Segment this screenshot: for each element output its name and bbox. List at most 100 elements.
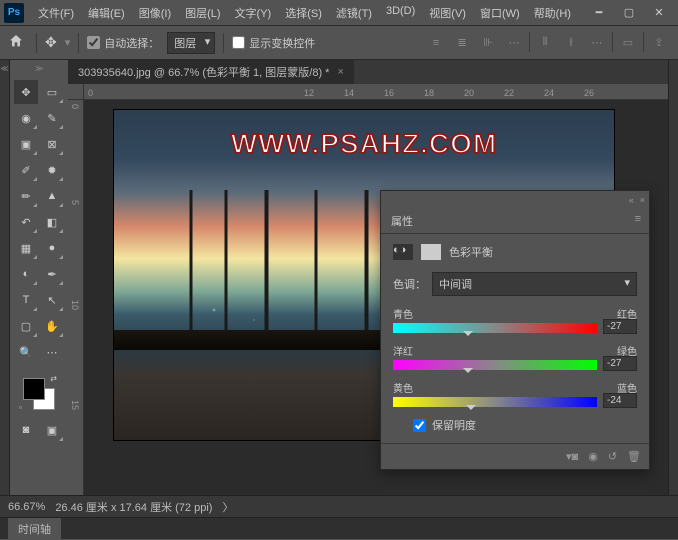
menu-filter[interactable]: 滤镜(T) xyxy=(330,1,378,25)
heal-tool[interactable]: ✹ xyxy=(40,158,64,182)
auto-select-checkbox[interactable]: 自动选择： xyxy=(87,35,159,51)
zoom-level[interactable]: 66.67% xyxy=(8,501,45,513)
color-swatches[interactable]: ⇄ ▫ xyxy=(19,374,59,414)
brush-tool[interactable]: ✏ xyxy=(14,184,38,208)
quick-select-tool[interactable]: ✎ xyxy=(40,106,64,130)
slider-value[interactable]: -27 xyxy=(603,319,637,334)
menu-view[interactable]: 视图(V) xyxy=(423,1,472,25)
close-tab-icon[interactable]: × xyxy=(337,66,343,78)
lasso-tool[interactable]: ◉ xyxy=(14,106,38,130)
slider-value[interactable]: -24 xyxy=(603,393,637,408)
minimize-button[interactable]: ━ xyxy=(584,2,614,24)
collapse-icon[interactable]: « xyxy=(629,195,634,205)
more-icon[interactable]: ⋯ xyxy=(586,32,608,54)
type-tool[interactable]: T xyxy=(14,288,38,312)
menu-image[interactable]: 图像(I) xyxy=(133,1,177,25)
dodge-tool[interactable]: ◐ xyxy=(14,262,38,286)
home-icon[interactable] xyxy=(8,33,28,53)
marquee-tool[interactable]: ▭ xyxy=(40,80,64,104)
show-transform-label: 显示变换控件 xyxy=(249,35,315,51)
crop-tool[interactable]: ▣ xyxy=(14,132,38,156)
distribute-icon[interactable]: ⫲ xyxy=(560,32,582,54)
panel-collapse[interactable]: ≪ xyxy=(0,60,10,495)
info-arrow-icon[interactable]: 〉 xyxy=(222,499,233,515)
menu-type[interactable]: 文字(Y) xyxy=(229,1,278,25)
reset-icon[interactable]: ↺ xyxy=(608,450,617,463)
screenmode-tool[interactable]: ▣ xyxy=(40,418,64,442)
horizontal-ruler[interactable]: 01214161820222426 xyxy=(84,84,678,100)
right-dock[interactable] xyxy=(668,60,678,495)
more-icon[interactable]: ⋯ xyxy=(503,32,525,54)
frame-tool[interactable]: ⊠ xyxy=(40,132,64,156)
panel-body: ◐◑ 色彩平衡 色调： 中间调 青色红色 -27 洋红绿色 -27 黄色蓝色 -… xyxy=(381,234,649,443)
share-icon[interactable]: ⇪ xyxy=(648,32,670,54)
stamp-tool[interactable]: ▲ xyxy=(40,184,64,208)
shape-tool[interactable]: ▢ xyxy=(14,314,38,338)
zoom-tool[interactable]: 🔍 xyxy=(14,340,38,364)
adjustment-name: 色彩平衡 xyxy=(449,244,493,260)
mode-icon[interactable]: ▭ xyxy=(617,32,639,54)
separator xyxy=(612,32,613,52)
gradient-tool[interactable]: ▦ xyxy=(14,236,38,260)
view-previous-icon[interactable]: ◉ xyxy=(588,450,598,463)
menu-file[interactable]: 文件(F) xyxy=(32,1,80,25)
distribute-icon[interactable]: ⫴ xyxy=(534,32,556,54)
menu-window[interactable]: 窗口(W) xyxy=(474,1,526,25)
app-logo: Ps xyxy=(4,3,24,23)
maximize-button[interactable]: ▢ xyxy=(614,2,644,24)
separator xyxy=(529,32,530,52)
menu-layer[interactable]: 图层(L) xyxy=(179,1,226,25)
yellow-label: 黄色 xyxy=(393,380,413,395)
delete-icon[interactable]: 🗑 xyxy=(627,450,641,463)
document-tab[interactable]: 303935640.jpg @ 66.7% (色彩平衡 1, 图层蒙版/8) *… xyxy=(68,60,354,84)
edit-toolbar[interactable]: ⋯ xyxy=(40,340,64,364)
align-icon[interactable]: ⊪ xyxy=(477,32,499,54)
foreground-color[interactable] xyxy=(23,378,45,400)
move-tool-icon[interactable]: ✥ xyxy=(45,34,57,51)
show-transform-checkbox[interactable]: 显示变换控件 xyxy=(232,35,315,51)
move-tool[interactable]: ✥ xyxy=(14,80,38,104)
vertical-ruler[interactable]: 051015 xyxy=(68,100,84,495)
panel-header[interactable]: «× xyxy=(381,191,649,209)
bottom-panel: 时间轴 xyxy=(0,517,678,539)
document-info[interactable]: 26.46 厘米 x 17.64 厘米 (72 ppi) xyxy=(55,499,212,515)
quickmask-tool[interactable]: ◙ xyxy=(14,418,38,442)
blur-tool[interactable]: ● xyxy=(40,236,64,260)
yellow-blue-slider[interactable]: 黄色蓝色 -24 xyxy=(393,380,637,407)
swap-colors-icon[interactable]: ⇄ xyxy=(50,374,57,383)
panel-menu-icon[interactable]: ≡ xyxy=(627,209,649,229)
cyan-label: 青色 xyxy=(393,306,413,321)
magenta-label: 洋红 xyxy=(393,343,413,358)
menu-edit[interactable]: 编辑(E) xyxy=(82,1,131,25)
menu-3d[interactable]: 3D(D) xyxy=(380,1,421,25)
align-icon[interactable]: ≡ xyxy=(425,32,447,54)
cyan-red-slider[interactable]: 青色红色 -27 xyxy=(393,306,637,333)
history-brush-tool[interactable]: ↶ xyxy=(14,210,38,234)
timeline-tab[interactable]: 时间轴 xyxy=(8,518,61,540)
color-balance-icon: ◐◑ xyxy=(393,244,413,260)
auto-select-dropdown[interactable]: 图层 xyxy=(167,32,215,54)
magenta-green-slider[interactable]: 洋红绿色 -27 xyxy=(393,343,637,370)
menu-help[interactable]: 帮助(H) xyxy=(528,1,577,25)
toolbar-grip[interactable]: ≫ xyxy=(10,64,68,78)
panel-footer: ▾◙ ◉ ↺ 🗑 xyxy=(381,443,649,469)
preserve-luminosity-checkbox[interactable]: 保留明度 xyxy=(413,417,637,433)
tone-dropdown[interactable]: 中间调 xyxy=(432,272,637,296)
path-select-tool[interactable]: ↖ xyxy=(40,288,64,312)
pen-tool[interactable]: ✒ xyxy=(40,262,64,286)
menu-select[interactable]: 选择(S) xyxy=(279,1,328,25)
hand-tool[interactable]: ✋ xyxy=(40,314,64,338)
eraser-tool[interactable]: ◧ xyxy=(40,210,64,234)
close-button[interactable]: ✕ xyxy=(644,2,674,24)
default-colors-icon[interactable]: ▫ xyxy=(19,403,22,412)
slider-value[interactable]: -27 xyxy=(603,356,637,371)
separator xyxy=(223,33,224,53)
clip-icon[interactable]: ▾◙ xyxy=(566,450,578,463)
ruler-origin[interactable] xyxy=(68,84,84,100)
title-bar: Ps 文件(F) 编辑(E) 图像(I) 图层(L) 文字(Y) 选择(S) 滤… xyxy=(0,0,678,26)
document-tabs: 303935640.jpg @ 66.7% (色彩平衡 1, 图层蒙版/8) *… xyxy=(68,60,678,84)
properties-tab[interactable]: 属性 xyxy=(381,209,423,233)
align-icon[interactable]: ≣ xyxy=(451,32,473,54)
eyedropper-tool[interactable]: ✐ xyxy=(14,158,38,182)
close-panel-icon[interactable]: × xyxy=(640,195,645,205)
